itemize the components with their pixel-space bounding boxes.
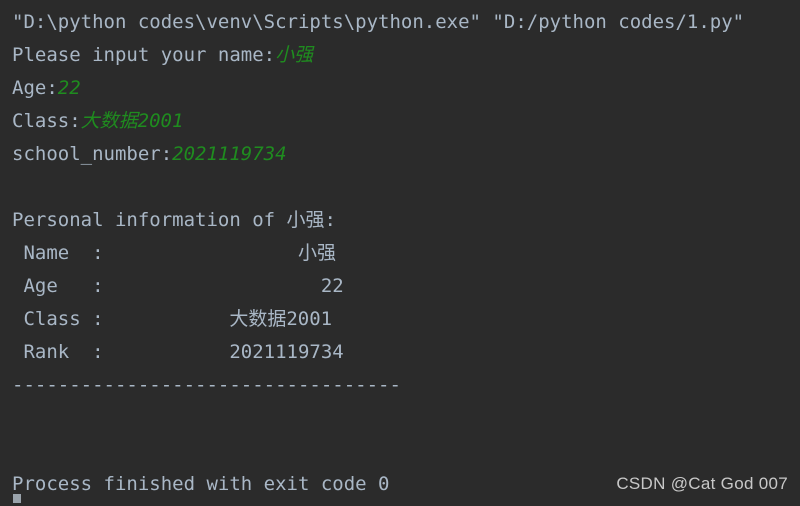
command-line: "D:\python codes\venv\Scripts\python.exe… [12,11,745,33]
prompt-line-school-number: school_number:2021119734 [12,138,800,171]
prompt-line-class: Class:大数据2001 [12,105,800,138]
prompt-value-class: 大数据2001 [80,110,184,132]
prompt-label-age: Age: [12,77,58,99]
prompt-label-class: Class: [12,110,81,132]
prompt-label-name: Please input your name: [12,44,276,66]
prompt-line-name: Please input your name:小强 [12,39,800,72]
python-console-output[interactable]: "D:\python codes\venv\Scripts\python.exe… [0,0,800,506]
report-heading: Personal information of 小强: [12,209,336,231]
terminal-caret [13,494,21,503]
prompt-label-school-number: school_number: [12,143,173,165]
report-row-rank: Rank : 2021119734 [12,341,344,363]
prompt-value-school-number: 2021119734 [172,143,287,165]
report-row-age: Age : 22 [12,275,344,297]
prompt-value-name: 小强 [275,44,314,66]
prompt-value-age: 22 [57,77,81,99]
report-row-class: Class : 大数据2001 [12,308,333,330]
report-row-name: Name : 小强 [12,242,336,264]
report-separator: ---------------------------------- [12,374,401,396]
prompt-line-age: Age:22 [12,72,800,105]
csdn-watermark: CSDN @Cat God 007 [616,474,788,493]
